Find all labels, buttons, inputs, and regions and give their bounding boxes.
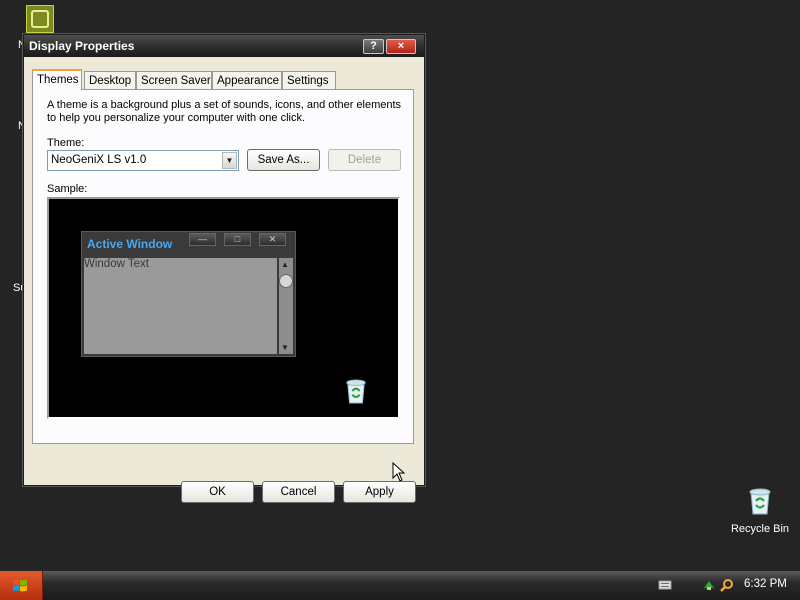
theme-description: A theme is a background plus a set of so… bbox=[47, 99, 402, 124]
display-properties-dialog: Display Properties ? × Themes Desktop Sc… bbox=[23, 34, 425, 503]
scroll-up-icon: ▲ bbox=[281, 260, 289, 269]
tab-settings[interactable]: Settings bbox=[282, 71, 336, 89]
sample-label: Sample: bbox=[47, 183, 88, 195]
theme-dropdown[interactable]: NeoGeniX LS v1.0 ▼ bbox=[47, 150, 239, 171]
recycle-bin-label: Recycle Bin bbox=[730, 523, 790, 535]
sample-window-body: Window Text bbox=[84, 258, 277, 354]
taskbar-clock: 6:32 PM bbox=[744, 578, 787, 590]
sample-window-title: Active Window bbox=[87, 237, 173, 251]
recycle-bin-shortcut[interactable]: Recycle Bin bbox=[728, 486, 792, 535]
close-button[interactable]: × bbox=[386, 39, 416, 54]
theme-sample-preview: Active Window — □ ✕ Window Text ▲ ▼ bbox=[47, 197, 400, 419]
theme-dropdown-value: NeoGeniX LS v1.0 bbox=[51, 154, 147, 166]
sample-active-window: Active Window — □ ✕ Window Text ▲ ▼ bbox=[81, 231, 296, 357]
save-as-button[interactable]: Save As... bbox=[247, 149, 320, 171]
scroll-thumb bbox=[279, 274, 293, 288]
network-icon[interactable] bbox=[702, 578, 716, 592]
dialog-client-area: Themes Desktop Screen Saver Appearance S… bbox=[28, 61, 420, 503]
mouse-cursor-icon bbox=[392, 462, 406, 482]
tab-appearance[interactable]: Appearance bbox=[212, 71, 282, 89]
search-icon[interactable] bbox=[720, 578, 734, 592]
tab-screen-saver[interactable]: Screen Saver bbox=[136, 71, 212, 89]
desktop-shortcut-icon[interactable] bbox=[26, 5, 54, 33]
scroll-down-icon: ▼ bbox=[281, 343, 289, 352]
maximize-icon: □ bbox=[224, 233, 251, 246]
ok-button[interactable]: OK bbox=[181, 481, 254, 503]
recycle-bin-icon bbox=[346, 379, 366, 404]
minimize-icon: — bbox=[189, 233, 216, 246]
chevron-down-icon[interactable]: ▼ bbox=[222, 152, 237, 169]
themes-panel: A theme is a background plus a set of so… bbox=[32, 89, 414, 444]
help-button[interactable]: ? bbox=[363, 39, 384, 54]
taskbar: 6:32 PM bbox=[0, 571, 800, 600]
title-bar[interactable]: Display Properties ? × bbox=[24, 35, 424, 57]
start-button[interactable] bbox=[0, 571, 43, 600]
apply-button[interactable]: Apply bbox=[343, 481, 416, 503]
sample-scrollbar: ▲ ▼ bbox=[279, 258, 293, 354]
theme-label: Theme: bbox=[47, 137, 85, 149]
sample-window-text: Window Text bbox=[84, 258, 149, 270]
close-icon: ✕ bbox=[259, 233, 286, 246]
tab-themes[interactable]: Themes bbox=[32, 69, 82, 90]
tab-desktop[interactable]: Desktop bbox=[84, 71, 136, 89]
cancel-button[interactable]: Cancel bbox=[262, 481, 335, 503]
windows-flag-icon bbox=[13, 579, 27, 592]
keyboard-icon[interactable] bbox=[658, 578, 672, 592]
window-title: Display Properties bbox=[29, 39, 135, 53]
delete-button: Delete bbox=[328, 149, 401, 171]
recycle-bin-icon bbox=[749, 488, 771, 515]
